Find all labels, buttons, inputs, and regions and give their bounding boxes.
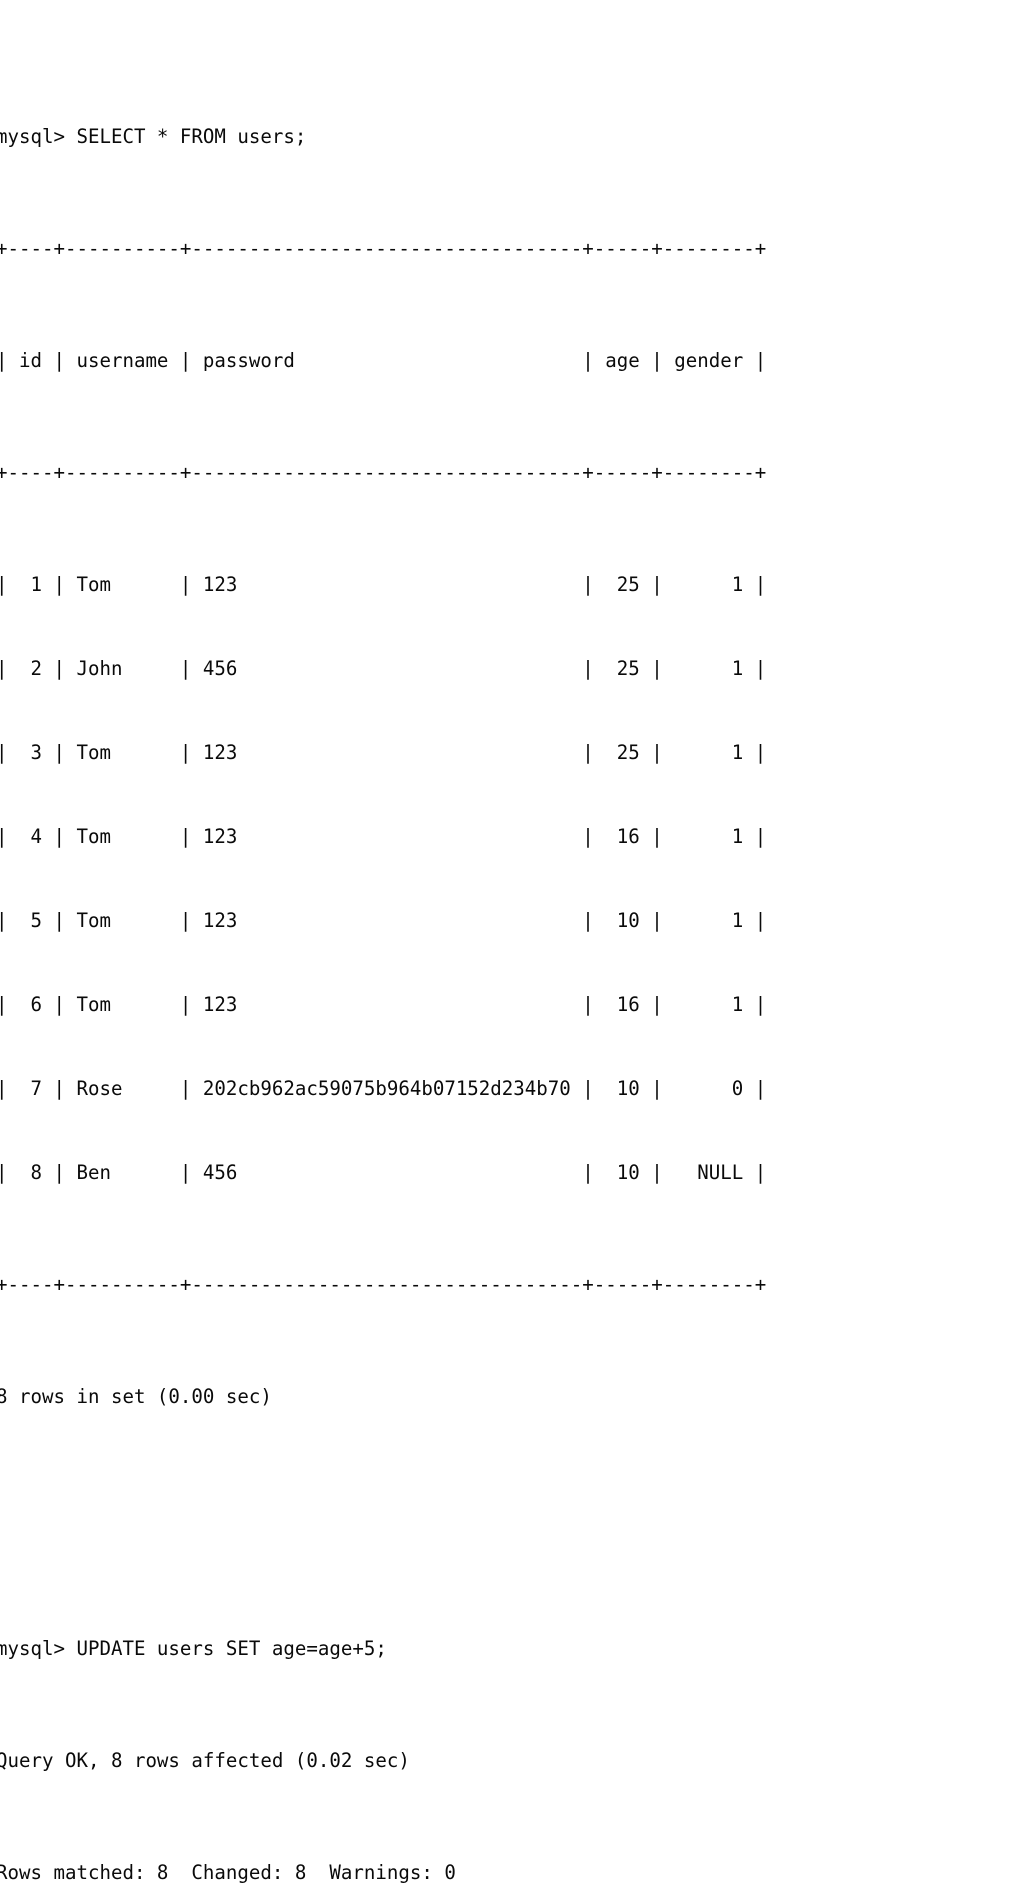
- update-rows-matched: Rows matched: 8 Changed: 8 Warnings: 0: [0, 1861, 456, 1884]
- prompt-line-select-1: mysql> SELECT * FROM users;: [0, 125, 307, 148]
- table-row: | 8 | Ben | 456 | 10 | NULL |: [0, 1161, 767, 1184]
- table-row: | 7 | Rose | 202cb962ac59075b964b07152d2…: [0, 1077, 767, 1100]
- table-row: | 2 | John | 456 | 25 | 1 |: [0, 657, 767, 680]
- table-rule-bottom-1: +----+----------+-----------------------…: [0, 1273, 767, 1296]
- result-status-1: 8 rows in set (0.00 sec): [0, 1385, 272, 1408]
- table-rule-top-1: +----+----------+-----------------------…: [0, 237, 767, 260]
- prompt-line-update: mysql> UPDATE users SET age=age+5;: [0, 1637, 387, 1660]
- table-row: | 1 | Tom | 123 | 25 | 1 |: [0, 573, 767, 596]
- table-row: | 4 | Tom | 123 | 16 | 1 |: [0, 825, 767, 848]
- table-row: | 5 | Tom | 123 | 10 | 1 |: [0, 909, 767, 932]
- update-query-ok: Query OK, 8 rows affected (0.02 sec): [0, 1749, 410, 1772]
- table-row: | 3 | Tom | 123 | 25 | 1 |: [0, 741, 767, 764]
- table-header-1: | id | username | password | age | gende…: [0, 349, 767, 372]
- blank-separator: [0, 1495, 1016, 1523]
- table-rule-header-1: +----+----------+-----------------------…: [0, 461, 767, 484]
- terminal-output[interactable]: mysql> SELECT * FROM users; +----+------…: [0, 0, 1016, 1904]
- table-row: | 6 | Tom | 123 | 16 | 1 |: [0, 993, 767, 1016]
